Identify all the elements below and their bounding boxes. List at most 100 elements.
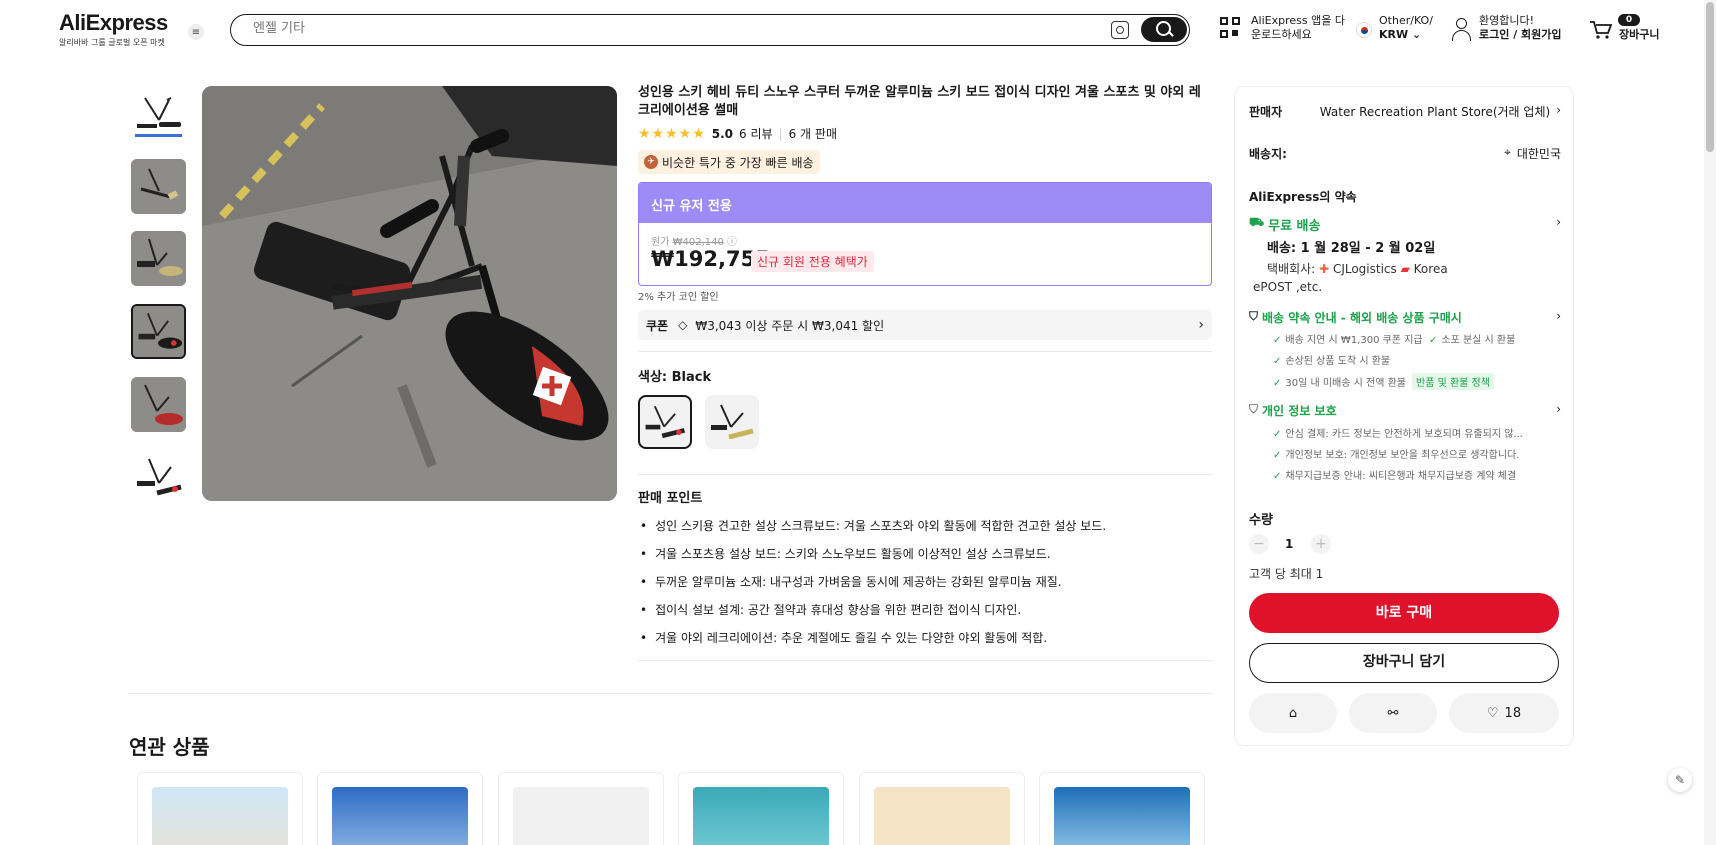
korea-flag-icon	[1356, 22, 1372, 38]
seller-name[interactable]: Water Recreation Plant Store(거래 업체)	[1320, 103, 1550, 120]
related-product-card[interactable]	[498, 772, 664, 845]
thumbnail-4-selected[interactable]	[131, 304, 186, 359]
share-button[interactable]: ⚯	[1349, 693, 1437, 733]
selling-point: 겨울 스포츠용 설상 보드: 스키와 스노우보드 활동에 이상적인 설상 스크류…	[640, 540, 1210, 568]
account-menu[interactable]: 환영합니다! 로그인 / 회원가입	[1479, 14, 1562, 42]
thumbnail-3[interactable]	[131, 231, 186, 286]
color-swatch-2[interactable]	[705, 395, 759, 449]
main-product-image[interactable]	[202, 86, 617, 501]
related-product-card[interactable]	[137, 772, 303, 845]
product-title: 성인용 스키 헤비 듀티 스노우 스쿠터 두꺼운 알루미늄 스키 보드 접이식 …	[638, 85, 1201, 118]
search-button[interactable]	[1141, 17, 1187, 42]
cart-icon[interactable]	[1589, 20, 1613, 40]
promise-title: AliExpress의 약속	[1249, 190, 1357, 204]
privacy-text: 개인정보 보호: 개인정보 보안을 최우선으로 생각합니다.	[1285, 450, 1520, 461]
quantity-limit: 고객 당 최대 1	[1249, 567, 1324, 581]
buy-now-button[interactable]: 바로 구매	[1249, 593, 1559, 633]
privacy-item: ✓ 안심 결제: 카드 정보는 안전하게 보호되며 유출되지 않...	[1273, 425, 1523, 440]
locale-selector[interactable]: Other/KO/ KRW ⌄	[1379, 14, 1433, 42]
selling-point: 두꺼운 알루미늄 소재: 내구성과 가벼움을 동시에 제공하는 강화된 알루미늄…	[640, 568, 1210, 596]
app-download-line1: AliExpress 앱을 다	[1251, 14, 1345, 27]
delivery-date: 배송: 1 월 28일 - 2 월 02일	[1267, 241, 1436, 256]
related-product-card[interactable]	[678, 772, 844, 845]
ship-to-label: 배송지:	[1249, 147, 1287, 161]
rating-row: ★★★★★ 5.0 6 리뷰 | 6 개 판매	[638, 125, 837, 142]
selling-point: 접이식 설보 설계: 공간 절약과 휴대성 향상을 위한 편리한 접이식 디자인…	[640, 596, 1210, 624]
section-divider	[129, 693, 1212, 694]
star-rating-icons: ★★★★★	[638, 125, 706, 142]
privacy-item: ✓ 채무지급보증 안내: 씨티은행과 채무지급보증 계약 체결	[1273, 467, 1516, 482]
coupon-row[interactable]: 쿠폰 ◇ ₩3,043 이상 주문 시 ₩3,041 할인 ›	[638, 310, 1212, 340]
locale-currency: KRW	[1379, 28, 1409, 41]
selling-points-list: 성인 스키용 견고한 설상 스크류보드: 겨울 스포츠와 야외 활동에 적합한 …	[640, 512, 1210, 652]
sold-count: 6 개 판매	[788, 127, 837, 141]
courier-etc: ePOST ,etc.	[1253, 280, 1323, 294]
add-to-cart-button[interactable]: 장바구니 담기	[1249, 643, 1559, 683]
feedback-edit-icon[interactable]: ✎	[1668, 768, 1692, 792]
thumbnail-5[interactable]	[131, 377, 186, 432]
thumbnail-2[interactable]	[131, 159, 186, 214]
selling-point: 성인 스키용 견고한 설상 스크류보드: 겨울 스포츠와 야외 활동에 적합한 …	[640, 512, 1210, 540]
truck-icon: ⛟	[1249, 215, 1265, 229]
related-product-card[interactable]	[1039, 772, 1205, 845]
aliexpress-logo[interactable]: AliExpress 알리바바 그룹 글로벌 오픈 마켓	[59, 12, 179, 48]
app-download-link[interactable]: AliExpress 앱을 다 운로드하세요	[1251, 14, 1345, 42]
chevron-right-icon: ›	[1556, 309, 1561, 323]
courier-korea: Korea	[1413, 262, 1448, 276]
free-shipping-row[interactable]: ⛟ 무료 배송 ›	[1249, 215, 1561, 234]
thumbnail-6[interactable]	[131, 449, 186, 504]
store-button[interactable]: ⌂	[1249, 693, 1337, 733]
scrollbar-thumb[interactable]	[1706, 2, 1714, 152]
logo-subtitle: 알리바바 그룹 글로벌 오픈 마켓	[59, 38, 165, 47]
app-download-line2: 운로드하세요	[1251, 28, 1312, 41]
related-product-card[interactable]	[859, 772, 1025, 845]
check-icon: ✓	[1273, 378, 1282, 389]
quantity-label: 수량	[1249, 513, 1273, 528]
login-link[interactable]: 로그인 / 회원가입	[1479, 28, 1562, 42]
rocket-icon: ✈	[644, 155, 658, 169]
qr-code-icon[interactable]	[1220, 17, 1242, 41]
divider	[638, 351, 1212, 352]
quantity-decrease-button[interactable]: −	[1249, 534, 1269, 554]
refund-policy-link[interactable]: 반품 및 환불 정책	[1412, 373, 1494, 390]
separator: |	[778, 126, 783, 141]
cart-label[interactable]: 장바구니	[1619, 28, 1659, 42]
related-products-title: 연관 상품	[129, 735, 210, 759]
privacy-title: 개인 정보 보호	[1262, 404, 1337, 418]
wishlist-button[interactable]: ♡ 18	[1449, 693, 1559, 733]
coupon-text: ₩3,043 이상 주문 시 ₩3,041 할인	[695, 318, 885, 333]
product-thumbnail	[513, 787, 649, 845]
wishlist-count: 18	[1504, 705, 1522, 721]
color-swatch-black[interactable]	[638, 395, 692, 449]
camera-search-icon[interactable]	[1111, 21, 1129, 39]
courier-label: 택배회사:	[1267, 262, 1316, 276]
selling-point: 겨울 야외 레크리에이션: 추운 계절에도 즐길 수 있는 다양한 야외 활동에…	[640, 624, 1210, 652]
shield-check-icon: ⛉	[1249, 402, 1259, 416]
welcome-text: 환영합니다!	[1479, 14, 1535, 27]
quantity-value[interactable]: 1	[1285, 537, 1293, 551]
coin-discount-note: 2% 추가 코인 할인	[638, 292, 719, 303]
chevron-right-icon: ›	[1198, 317, 1204, 333]
chevron-right-icon: ›	[1556, 103, 1561, 117]
check-icon: ✓	[1273, 356, 1282, 367]
related-product-card[interactable]	[317, 772, 483, 845]
search-input[interactable]	[253, 21, 1053, 36]
ship-to-country: 대한민국	[1516, 147, 1561, 161]
purchase-panel: 판매자 Water Recreation Plant Store(거래 업체) …	[1234, 86, 1574, 746]
logo-text: AliExpress	[59, 10, 168, 35]
guarantee-text: 배송 지연 시 ₩1,300 쿠폰 지급	[1285, 335, 1423, 346]
quantity-increase-button[interactable]: +	[1311, 534, 1331, 554]
ship-to-row[interactable]: 배송지: ⌖ 대한민국	[1249, 145, 1561, 162]
user-icon[interactable]	[1451, 18, 1471, 42]
check-icon: ✓	[1273, 335, 1282, 346]
page-scrollbar[interactable]	[1704, 0, 1716, 845]
guarantee-row[interactable]: ⛉ 배송 약속 안내 - 해외 배송 상품 구매시 ›	[1249, 309, 1561, 326]
guarantee-text: 30일 내 미배송 시 전액 환불	[1285, 378, 1407, 389]
review-count-link[interactable]: 6 리뷰	[739, 125, 773, 142]
seller-row[interactable]: 판매자 Water Recreation Plant Store(거래 업체) …	[1249, 103, 1561, 120]
selling-points-title: 판매 포인트	[638, 491, 703, 506]
menu-icon[interactable]: ≡	[188, 24, 204, 40]
check-icon: ✓	[1429, 335, 1438, 346]
privacy-row[interactable]: ⛉ 개인 정보 보호 ›	[1249, 402, 1561, 419]
thumbnail-1[interactable]	[131, 86, 186, 141]
